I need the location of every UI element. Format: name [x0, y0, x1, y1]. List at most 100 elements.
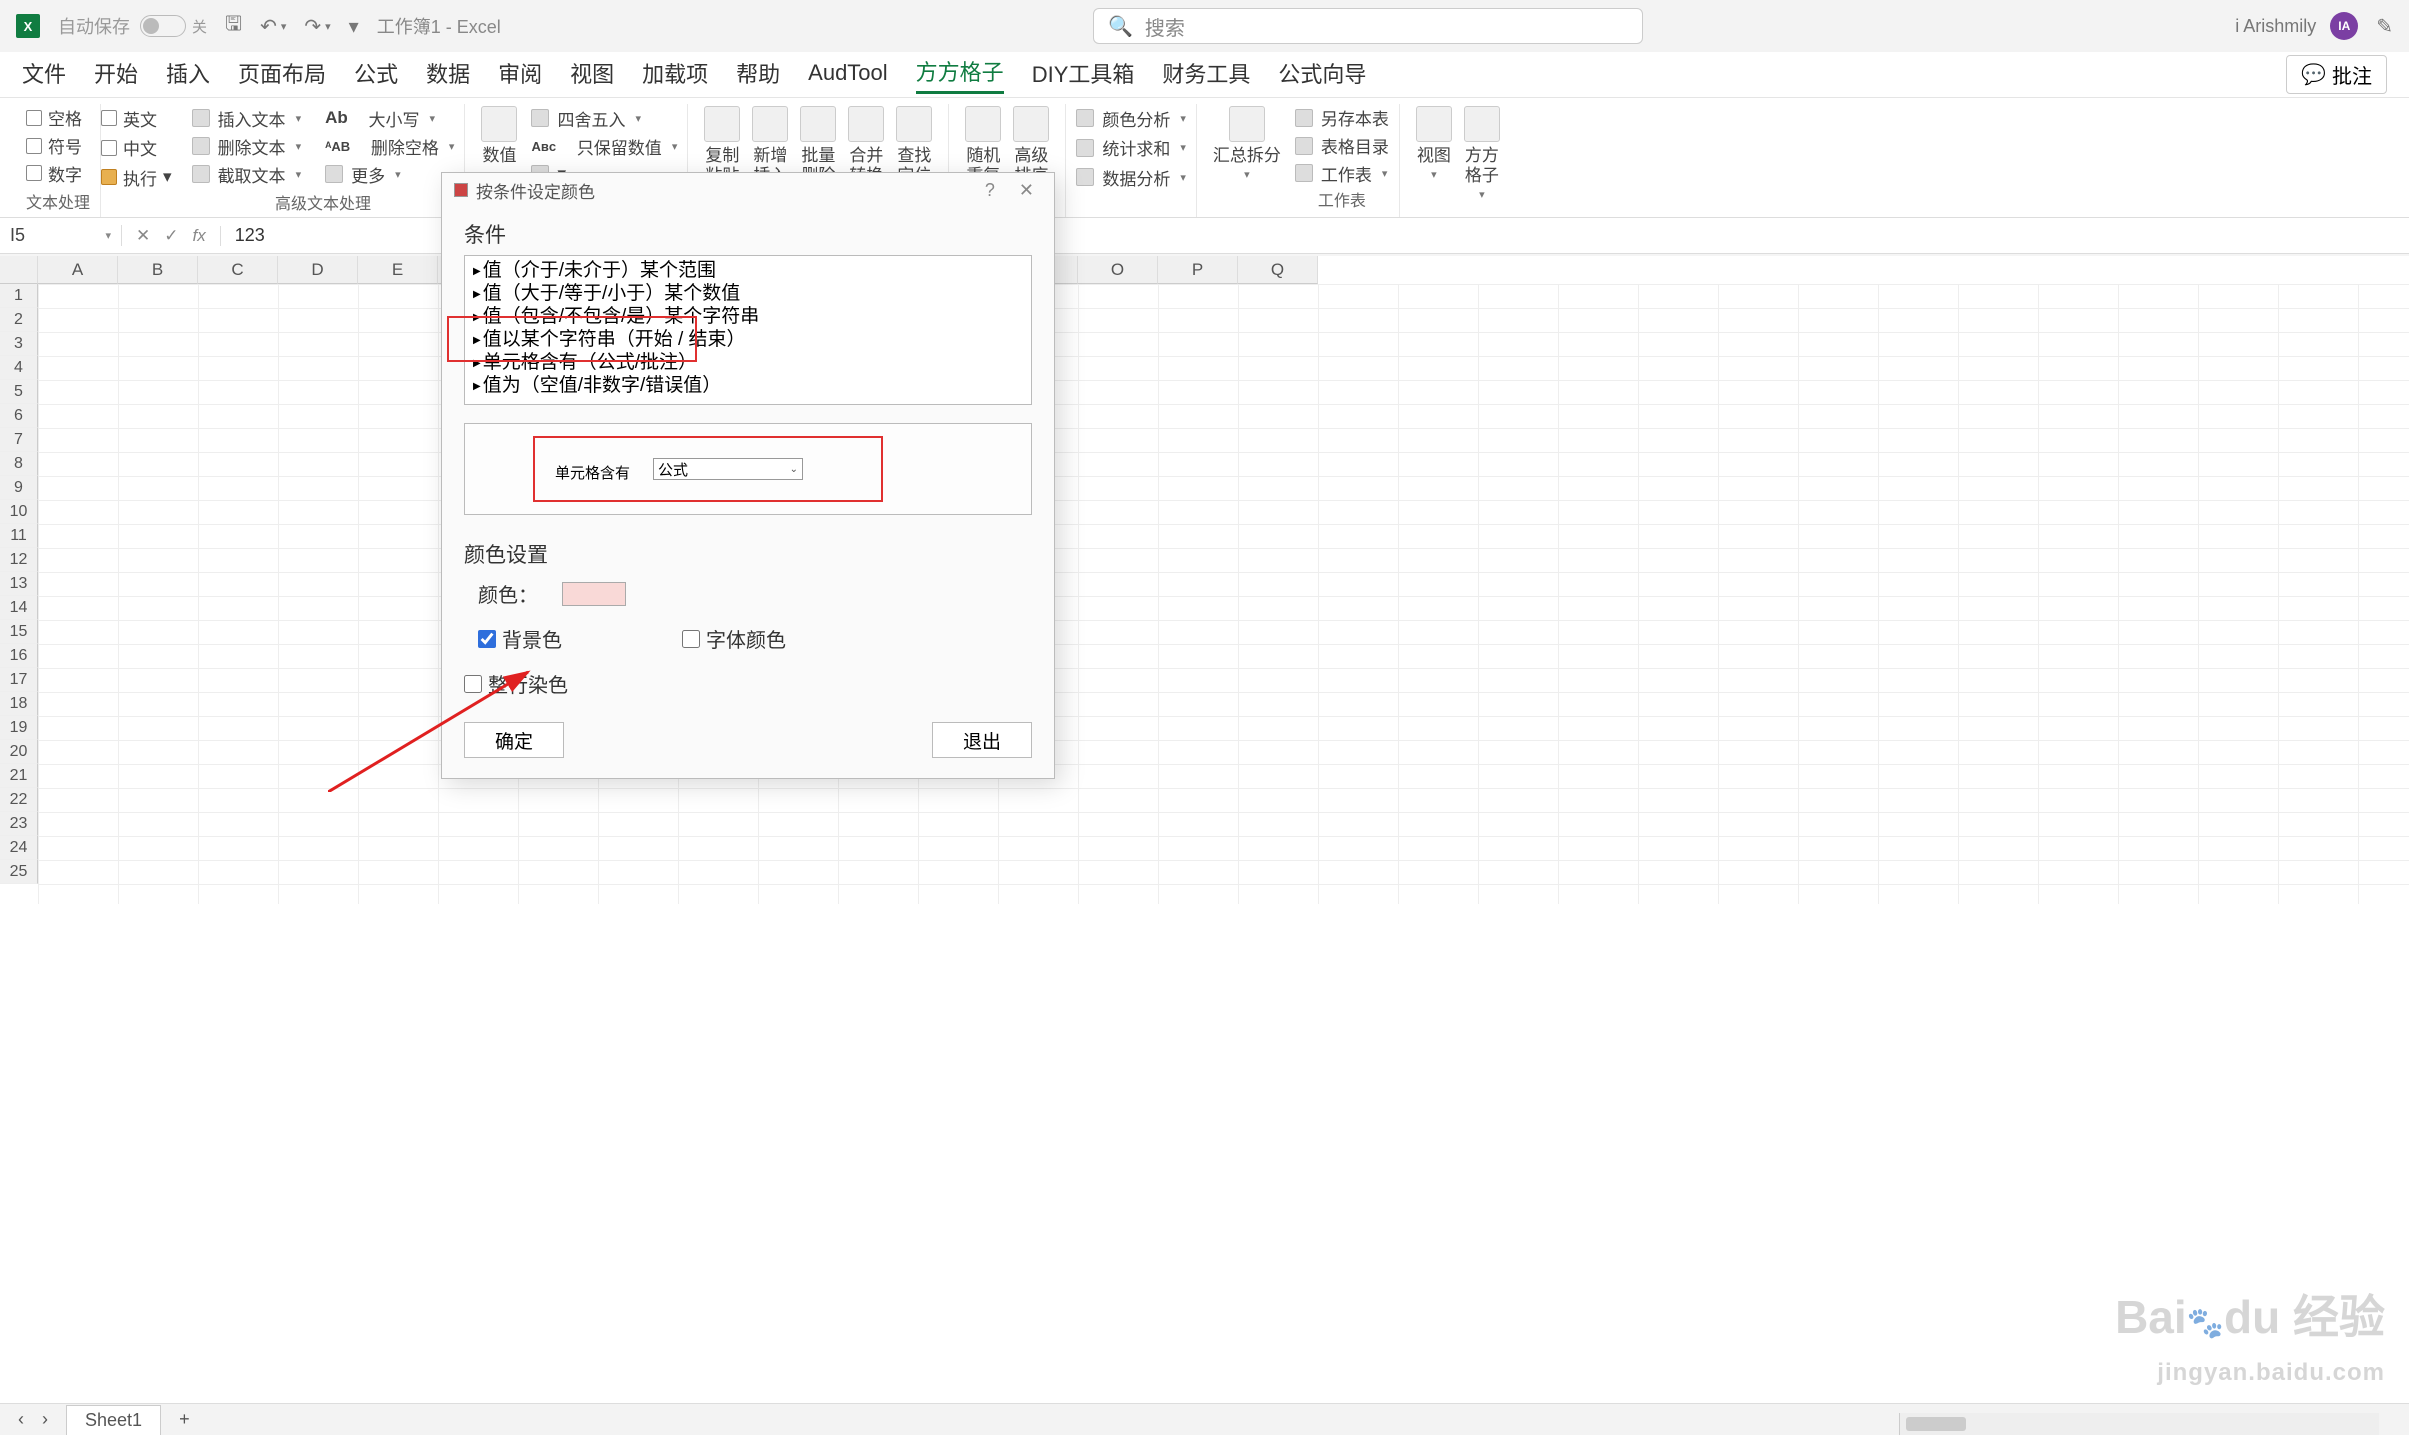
condition-option[interactable]: 值（包含/不包含/是）某个字符串: [465, 306, 1031, 329]
bg-color-checkbox[interactable]: 背景色: [478, 624, 562, 653]
sheet-nav-prev[interactable]: ‹: [18, 1409, 24, 1430]
undo-button[interactable]: ↶: [260, 14, 286, 39]
toc-btn[interactable]: 表格目录: [1295, 132, 1389, 160]
row-header[interactable]: 9: [0, 476, 38, 500]
btn-方方格子[interactable]: 方方格子▾: [1458, 104, 1506, 215]
chk-chinese[interactable]: 中文: [101, 134, 172, 162]
stats-sum-btn[interactable]: 统计求和: [1076, 134, 1186, 162]
row-header[interactable]: 7: [0, 428, 38, 452]
case-btn[interactable]: Ab 大小写: [325, 104, 454, 132]
tab-帮助[interactable]: 帮助: [736, 57, 780, 93]
spreadsheet-grid[interactable]: ABCDENOPQ 123456789101112131415161718192…: [0, 256, 2409, 1403]
row-header[interactable]: 5: [0, 380, 38, 404]
row-header[interactable]: 25: [0, 860, 38, 884]
row-header[interactable]: 6: [0, 404, 38, 428]
pen-icon[interactable]: ✎: [2376, 14, 2393, 39]
delete-text-btn[interactable]: 删除文本: [192, 132, 302, 160]
tab-审阅[interactable]: 审阅: [498, 57, 542, 93]
keepvalue-btn[interactable]: Aʙᴄ 只保留数值: [531, 132, 677, 160]
condition-option[interactable]: 单元格含有（公式/批注）: [465, 352, 1031, 375]
row-header[interactable]: 14: [0, 596, 38, 620]
row-header[interactable]: 12: [0, 548, 38, 572]
sheet-nav-next[interactable]: ›: [42, 1409, 48, 1430]
tab-文件[interactable]: 文件: [22, 57, 66, 93]
condition-option[interactable]: 值（大于/等于/小于）某个数值: [465, 283, 1031, 306]
extract-text-btn[interactable]: 截取文本: [192, 160, 302, 188]
formula-input[interactable]: 123: [221, 225, 279, 246]
row-header[interactable]: 8: [0, 452, 38, 476]
qat-dropdown[interactable]: ▾: [349, 14, 359, 39]
tab-页面布局[interactable]: 页面布局: [238, 57, 326, 93]
tab-财务工具[interactable]: 财务工具: [1162, 57, 1250, 93]
tab-开始[interactable]: 开始: [94, 57, 138, 93]
col-header[interactable]: D: [278, 256, 358, 284]
autosave-toggle[interactable]: 自动保存 关: [58, 13, 207, 39]
row-header[interactable]: 16: [0, 644, 38, 668]
row-header[interactable]: 3: [0, 332, 38, 356]
sheet-tab[interactable]: Sheet1: [66, 1405, 161, 1435]
tab-公式[interactable]: 公式: [354, 57, 398, 93]
save-icon[interactable]: 🖫: [225, 9, 242, 43]
tab-公式向导[interactable]: 公式向导: [1278, 57, 1366, 93]
row-header[interactable]: 13: [0, 572, 38, 596]
row-header[interactable]: 4: [0, 356, 38, 380]
row-header[interactable]: 10: [0, 500, 38, 524]
tab-数据[interactable]: 数据: [426, 57, 470, 93]
condition-option[interactable]: 值以某个字符串（开始 / 结束）: [465, 329, 1031, 352]
close-icon[interactable]: ✕: [1011, 180, 1042, 201]
user-account[interactable]: i Arishmily IA: [2235, 12, 2358, 40]
search-input[interactable]: 🔍 搜索: [1093, 8, 1643, 44]
dialog-titlebar[interactable]: 按条件设定颜色 ? ✕: [442, 173, 1054, 207]
col-header[interactable]: A: [38, 256, 118, 284]
font-color-checkbox[interactable]: 字体颜色: [682, 624, 786, 653]
summary-split-btn[interactable]: 汇总拆分▾: [1207, 104, 1287, 215]
col-header[interactable]: B: [118, 256, 198, 284]
btn-run[interactable]: 执行 ▾: [101, 163, 172, 191]
row-header[interactable]: 21: [0, 764, 38, 788]
row-header[interactable]: 18: [0, 692, 38, 716]
horizontal-scrollbar[interactable]: [1899, 1413, 2379, 1435]
chk-number[interactable]: 数字: [26, 159, 90, 187]
more-btn[interactable]: 更多: [325, 160, 454, 188]
whole-row-checkbox[interactable]: 整行染色: [464, 669, 568, 698]
col-header[interactable]: P: [1158, 256, 1238, 284]
tab-视图[interactable]: 视图: [570, 57, 614, 93]
condition-option[interactable]: 值为（空值/非数字/错误值）: [465, 375, 1031, 398]
row-header[interactable]: 19: [0, 716, 38, 740]
row-header[interactable]: 23: [0, 812, 38, 836]
color-analysis-btn[interactable]: 颜色分析: [1076, 104, 1186, 132]
tab-AudTool[interactable]: AudTool: [808, 60, 888, 90]
exit-button[interactable]: 退出: [932, 722, 1032, 758]
col-header[interactable]: E: [358, 256, 438, 284]
chk-english[interactable]: 英文: [101, 104, 172, 132]
select-all-corner[interactable]: [0, 256, 38, 284]
tab-加载项[interactable]: 加载项: [642, 57, 708, 93]
col-header[interactable]: O: [1078, 256, 1158, 284]
worksheet-btn[interactable]: 工作表: [1295, 159, 1389, 187]
chk-space[interactable]: 空格: [26, 104, 90, 132]
name-box[interactable]: I5▾: [0, 225, 122, 246]
enter-icon[interactable]: ✓: [164, 226, 178, 246]
cancel-icon[interactable]: ✕: [136, 226, 150, 246]
row-header[interactable]: 11: [0, 524, 38, 548]
help-icon[interactable]: ?: [977, 180, 1003, 201]
color-swatch[interactable]: [562, 582, 626, 606]
tab-方方格子[interactable]: 方方格子: [916, 55, 1004, 94]
formula-select[interactable]: 公式⌄: [653, 458, 803, 480]
btn-视图[interactable]: 视图▾: [1410, 104, 1458, 215]
condition-list[interactable]: 值（介于/未介于）某个范围值（大于/等于/小于）某个数值值（包含/不包含/是）某…: [464, 255, 1032, 405]
chk-symbol[interactable]: 符号: [26, 132, 90, 160]
row-header[interactable]: 1: [0, 284, 38, 308]
data-analysis-btn[interactable]: 数据分析: [1076, 163, 1186, 191]
insert-text-btn[interactable]: 插入文本: [192, 104, 302, 132]
row-header[interactable]: 2: [0, 308, 38, 332]
add-sheet-button[interactable]: +: [179, 1409, 190, 1430]
redo-button[interactable]: ↷: [304, 14, 330, 39]
round-btn[interactable]: 四舍五入: [531, 104, 677, 132]
condition-option[interactable]: 值（介于/未介于）某个范围: [465, 260, 1031, 283]
ok-button[interactable]: 确定: [464, 722, 564, 758]
row-header[interactable]: 17: [0, 668, 38, 692]
fx-icon[interactable]: fx: [193, 226, 206, 246]
row-header[interactable]: 20: [0, 740, 38, 764]
save-sheet-btn[interactable]: 另存本表: [1295, 104, 1389, 132]
